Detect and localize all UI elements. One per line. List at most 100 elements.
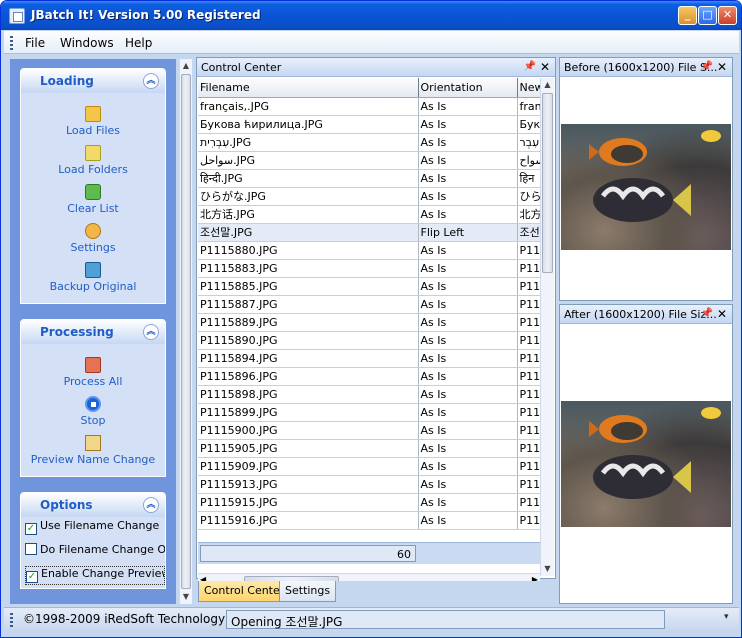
- cell-orientation[interactable]: As Is: [418, 133, 518, 152]
- collapse-loading-icon[interactable]: ︽: [143, 73, 159, 89]
- table-row[interactable]: ひらがな.JPG As Is ひら: [198, 187, 540, 206]
- grid-vertical-scrollbar[interactable]: ▲ ▼: [540, 78, 554, 576]
- enable-change-preview-checkbox[interactable]: ✓ Enable Change Preview: [25, 566, 165, 585]
- table-row[interactable]: P1115916.JPGAs IsP111: [198, 511, 540, 530]
- preview-name-change-action[interactable]: Preview Name Change: [21, 435, 165, 466]
- cell-orientation[interactable]: As Is: [418, 493, 518, 512]
- cell-orientation[interactable]: As Is: [418, 97, 518, 116]
- table-row[interactable]: हिन्दी.JPG As Is हिन: [198, 169, 540, 188]
- cell-new-name[interactable]: P111: [517, 421, 540, 440]
- cell-filename[interactable]: P1115899.JPG: [198, 403, 419, 422]
- cell-orientation[interactable]: As Is: [418, 277, 518, 296]
- scroll-up-icon[interactable]: ▲: [541, 78, 554, 92]
- cell-new-name[interactable]: P111: [517, 475, 540, 494]
- cell-filename[interactable]: P1115913.JPG: [198, 475, 419, 494]
- cell-orientation[interactable]: As Is: [418, 151, 518, 170]
- table-row[interactable]: P1115898.JPGAs IsP111: [198, 385, 540, 404]
- cell-orientation[interactable]: As Is: [418, 169, 518, 188]
- cell-filename[interactable]: 北方话.JPG: [198, 205, 419, 224]
- cell-filename[interactable]: P1115880.JPG: [198, 241, 419, 260]
- cell-new-name[interactable]: P111: [517, 403, 540, 422]
- backup-original-action[interactable]: Backup Original: [21, 262, 165, 293]
- table-row[interactable]: P1115887.JPGAs IsP111: [198, 295, 540, 314]
- cell-filename[interactable]: P1115898.JPG: [198, 385, 419, 404]
- cell-new-name[interactable]: 조선: [517, 223, 540, 242]
- cell-orientation[interactable]: As Is: [418, 205, 518, 224]
- cell-orientation[interactable]: As Is: [418, 475, 518, 494]
- before-header[interactable]: Before (1600x1200) File S... 📌 ✕: [560, 58, 732, 77]
- column-filename[interactable]: Filename: [198, 78, 419, 98]
- table-row[interactable]: 北方话.JPG As Is 北方: [198, 205, 540, 224]
- scroll-up-icon[interactable]: ▲: [180, 59, 192, 73]
- table-row[interactable]: Букова ћирилица.JPG As Is Бук: [198, 115, 540, 134]
- minimize-button[interactable]: _: [678, 6, 697, 25]
- table-row[interactable]: P1115890.JPGAs IsP111: [198, 331, 540, 350]
- cell-new-name[interactable]: P111: [517, 331, 540, 350]
- filename-change-only-checkbox[interactable]: Do Filename Change Only: [25, 543, 165, 562]
- cell-new-name[interactable]: P111: [517, 241, 540, 260]
- clear-list-action[interactable]: Clear List: [21, 184, 165, 215]
- cell-filename[interactable]: 조선말.JPG: [198, 223, 419, 242]
- cell-new-name[interactable]: P111: [517, 457, 540, 476]
- use-filename-change-checkbox[interactable]: ✓ Use Filename Change: [25, 519, 165, 538]
- close-panel-icon[interactable]: ✕: [540, 60, 550, 74]
- table-row[interactable]: سواحل.JPGAs Isسواح: [198, 151, 540, 170]
- pin-icon[interactable]: 📌: [701, 308, 713, 319]
- cell-new-name[interactable]: P111: [517, 259, 540, 278]
- checkbox-unchecked-icon[interactable]: [25, 543, 37, 555]
- table-row[interactable]: P1115894.JPGAs IsP111: [198, 349, 540, 368]
- checkbox-checked-icon[interactable]: ✓: [25, 523, 37, 535]
- collapse-options-icon[interactable]: ︽: [143, 497, 159, 513]
- after-header[interactable]: After (1600x1200) File Siz... 📌 ✕: [560, 305, 732, 324]
- menu-grip-icon[interactable]: [10, 36, 13, 50]
- stop-action[interactable]: Stop: [21, 396, 165, 427]
- cell-new-name[interactable]: P111: [517, 295, 540, 314]
- cell-orientation[interactable]: As Is: [418, 349, 518, 368]
- cell-new-name[interactable]: P111: [517, 511, 540, 530]
- task-pane-scrollbar[interactable]: ▲ ▼: [179, 59, 192, 604]
- cell-new-name[interactable]: fran: [517, 97, 540, 116]
- table-row[interactable]: P1115896.JPGAs IsP111: [198, 367, 540, 386]
- cell-new-name[interactable]: P111: [517, 349, 540, 368]
- scroll-thumb[interactable]: [542, 93, 553, 273]
- cell-filename[interactable]: हिन्दी.JPG: [198, 169, 419, 188]
- cell-orientation[interactable]: As Is: [418, 403, 518, 422]
- cell-new-name[interactable]: P111: [517, 277, 540, 296]
- cell-new-name[interactable]: P111: [517, 493, 540, 512]
- table-row[interactable]: P1115889.JPGAs IsP111: [198, 313, 540, 332]
- cell-filename[interactable]: עִבְרִית.JPG: [198, 133, 419, 152]
- table-row[interactable]: P1115905.JPGAs IsP111: [198, 439, 540, 458]
- cell-filename[interactable]: سواحل.JPG: [198, 151, 419, 170]
- cell-new-name[interactable]: हिन: [517, 169, 540, 188]
- cell-orientation[interactable]: As Is: [418, 385, 518, 404]
- cell-orientation[interactable]: As Is: [418, 439, 518, 458]
- cell-orientation[interactable]: As Is: [418, 187, 518, 206]
- cell-filename[interactable]: P1115887.JPG: [198, 295, 419, 314]
- cell-orientation[interactable]: As Is: [418, 241, 518, 260]
- cell-orientation[interactable]: As Is: [418, 457, 518, 476]
- pin-icon[interactable]: 📌: [701, 61, 713, 72]
- cell-filename[interactable]: français,.JPG: [198, 97, 419, 116]
- scroll-thumb[interactable]: [181, 74, 191, 589]
- menu-file[interactable]: File: [25, 36, 45, 50]
- cell-filename[interactable]: P1115916.JPG: [198, 511, 419, 530]
- cell-filename[interactable]: P1115883.JPG: [198, 259, 419, 278]
- cell-new-name[interactable]: 北方: [517, 205, 540, 224]
- table-row[interactable]: français,.JPG As Is fran: [198, 97, 540, 116]
- close-button[interactable]: ✕: [718, 6, 737, 25]
- cell-orientation[interactable]: As Is: [418, 313, 518, 332]
- control-center-header[interactable]: Control Center 📌 ✕: [197, 58, 555, 77]
- cell-filename[interactable]: P1115890.JPG: [198, 331, 419, 350]
- cell-new-name[interactable]: سواح: [517, 151, 540, 170]
- cell-filename[interactable]: P1115894.JPG: [198, 349, 419, 368]
- table-row[interactable]: P1115899.JPGAs IsP111: [198, 403, 540, 422]
- cell-orientation[interactable]: Flip Left: [418, 223, 518, 242]
- cell-orientation[interactable]: As Is: [418, 259, 518, 278]
- resize-grip-icon[interactable]: ▾: [724, 612, 729, 622]
- close-panel-icon[interactable]: ✕: [717, 307, 727, 321]
- table-row[interactable]: 조선말.JPG Flip Left 조선: [198, 223, 540, 242]
- table-row[interactable]: עִבְרִית.JPG As Is עִבְר: [198, 133, 540, 152]
- cell-filename[interactable]: P1115915.JPG: [198, 493, 419, 512]
- cell-filename[interactable]: P1115885.JPG: [198, 277, 419, 296]
- options-header[interactable]: Options ︽: [21, 493, 165, 517]
